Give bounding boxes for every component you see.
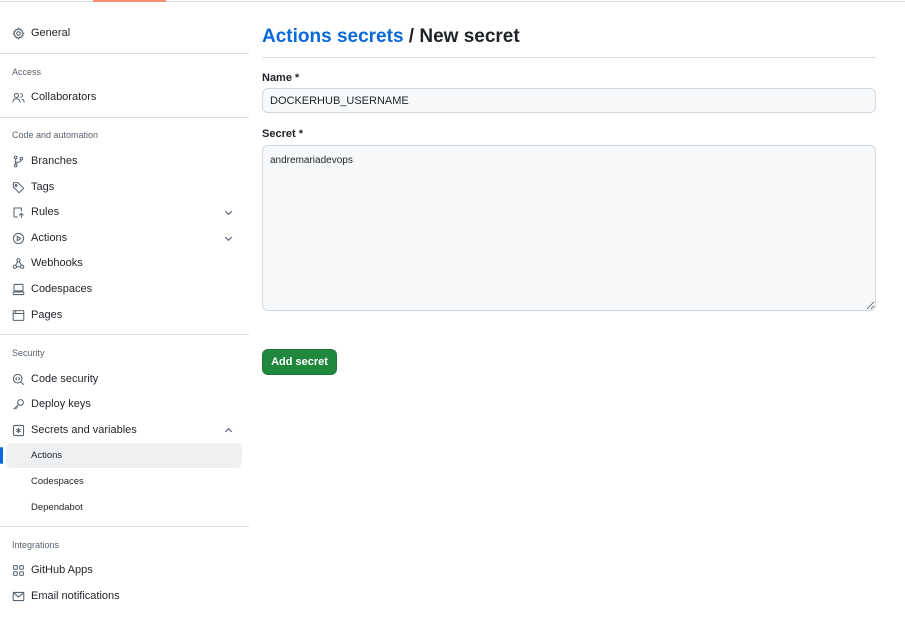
section-heading-access: Access bbox=[12, 67, 42, 77]
sidebar-item-label: Rules bbox=[31, 206, 60, 218]
sidebar-item-label: Code security bbox=[31, 373, 99, 385]
settings-sidebar: General Access Collaborators Code and au… bbox=[0, 0, 249, 631]
chevron-down-icon[interactable] bbox=[223, 233, 234, 244]
sidebar-subitem-label: Codespaces bbox=[31, 476, 84, 487]
sidebar-item-label: GitHub Apps bbox=[31, 564, 93, 576]
sidebar-divider bbox=[0, 526, 249, 527]
codespaces-icon bbox=[12, 283, 25, 296]
chevron-up-icon[interactable] bbox=[223, 425, 234, 436]
sidebar-item-github-apps[interactable]: GitHub Apps bbox=[6, 558, 242, 583]
sidebar-subitem-label: Dependabot bbox=[31, 502, 83, 513]
sidebar-divider bbox=[0, 334, 249, 335]
sidebar-item-label: Deploy keys bbox=[31, 398, 91, 410]
sidebar-item-collaborators[interactable]: Collaborators bbox=[6, 85, 242, 110]
sidebar-item-label: Secrets and variables bbox=[31, 424, 137, 436]
sidebar-subitem-codespaces[interactable]: Codespaces bbox=[6, 469, 242, 494]
section-heading-code-automation: Code and automation bbox=[12, 130, 99, 140]
breadcrumb-separator: / bbox=[408, 26, 415, 47]
section-heading-security: Security bbox=[12, 348, 45, 358]
sidebar-item-label: Tags bbox=[31, 181, 55, 193]
sidebar-divider bbox=[0, 53, 249, 54]
sidebar-subitem-label: Actions bbox=[31, 450, 63, 461]
breadcrumb-actions-secrets-link[interactable]: Actions secrets bbox=[262, 26, 404, 47]
add-secret-button[interactable]: Add secret bbox=[262, 349, 337, 375]
sidebar-item-actions[interactable]: Actions bbox=[6, 226, 242, 251]
sidebar-item-rules[interactable]: Rules bbox=[6, 200, 242, 225]
sidebar-item-code-security[interactable]: Code security bbox=[6, 367, 242, 392]
sidebar-subitem-actions[interactable]: Actions bbox=[0, 443, 242, 468]
apps-icon bbox=[12, 564, 25, 577]
page-title: Actions secrets / New secret bbox=[262, 25, 520, 49]
sidebar-item-general[interactable]: General bbox=[6, 21, 242, 46]
sidebar-item-pages[interactable]: Pages bbox=[6, 303, 242, 328]
branch-icon bbox=[12, 155, 25, 168]
people-icon bbox=[12, 91, 25, 104]
sidebar-item-label: Actions bbox=[31, 232, 68, 244]
play-icon bbox=[12, 232, 25, 245]
sidebar-item-label: Email notifications bbox=[31, 590, 120, 602]
mail-icon bbox=[12, 590, 25, 603]
sidebar-item-deploy-keys[interactable]: Deploy keys bbox=[6, 392, 242, 417]
browser-icon bbox=[12, 309, 25, 322]
sidebar-item-label: Branches bbox=[31, 155, 78, 167]
key-icon bbox=[12, 398, 25, 411]
chevron-down-icon[interactable] bbox=[223, 207, 234, 218]
active-indicator bbox=[0, 447, 3, 464]
secret-name-input[interactable] bbox=[262, 88, 876, 113]
sidebar-item-tags[interactable]: Tags bbox=[6, 175, 242, 200]
codescan-icon bbox=[12, 373, 25, 386]
sidebar-divider bbox=[0, 117, 249, 118]
sidebar-item-webhooks[interactable]: Webhooks bbox=[6, 251, 242, 276]
sidebar-item-label: Collaborators bbox=[31, 91, 97, 103]
secret-value-textarea[interactable]: andremariadevops bbox=[262, 145, 876, 311]
page-title-current: New secret bbox=[419, 26, 520, 47]
sidebar-item-email-notifications[interactable]: Email notifications bbox=[6, 584, 242, 609]
sidebar-item-label: Codespaces bbox=[31, 283, 93, 295]
title-divider bbox=[262, 57, 876, 58]
sidebar-item-branches[interactable]: Branches bbox=[6, 149, 242, 174]
rules-icon bbox=[12, 206, 25, 219]
webhook-icon bbox=[12, 257, 25, 270]
tag-icon bbox=[12, 181, 25, 194]
sidebar-subitem-dependabot[interactable]: Dependabot bbox=[6, 495, 242, 520]
name-field-label: Name * bbox=[262, 72, 300, 84]
sidebar-item-label: General bbox=[31, 27, 71, 39]
sidebar-item-label: Pages bbox=[31, 309, 63, 321]
asterisk-icon bbox=[12, 424, 25, 437]
section-heading-integrations: Integrations bbox=[12, 540, 60, 550]
gear-icon bbox=[12, 27, 25, 40]
secret-field-label: Secret * bbox=[262, 128, 303, 140]
sidebar-item-codespaces[interactable]: Codespaces bbox=[6, 277, 242, 302]
sidebar-item-label: Webhooks bbox=[31, 257, 83, 269]
sidebar-item-secrets-and-variables[interactable]: Secrets and variables bbox=[6, 418, 242, 443]
